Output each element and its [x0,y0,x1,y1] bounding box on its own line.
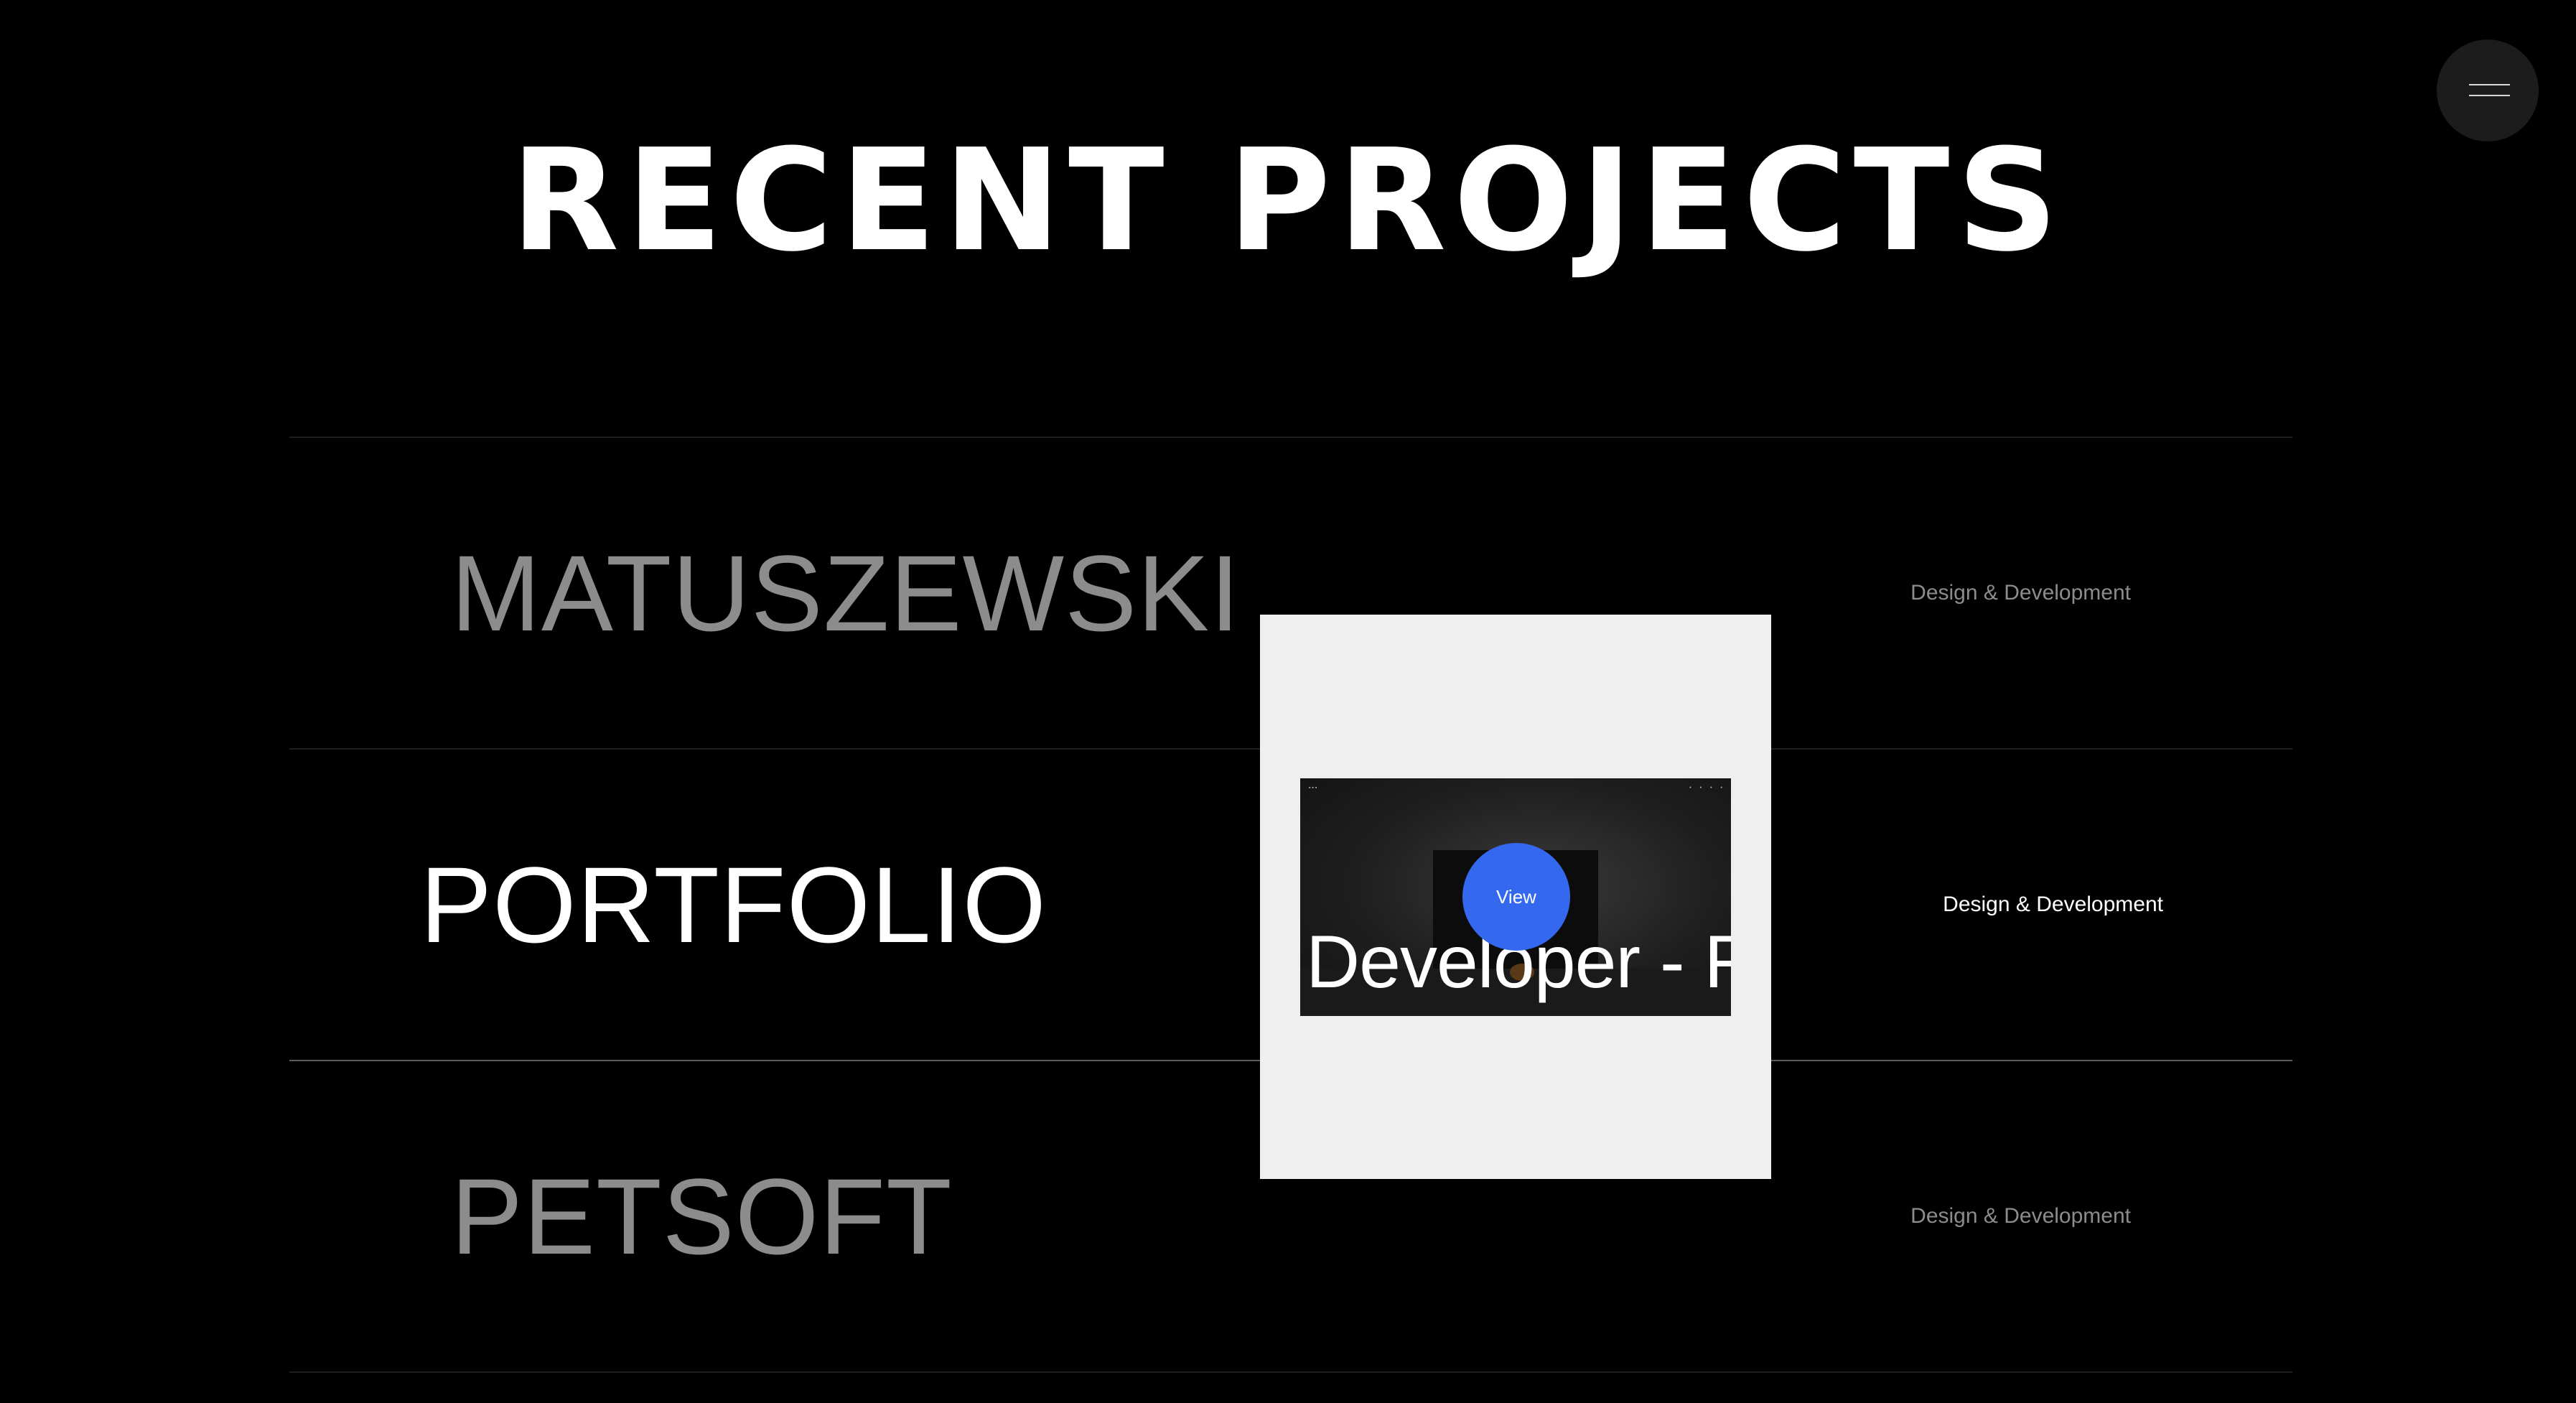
preview-nav-links: • • • • [1689,786,1722,791]
project-tag: Design & Development [1943,892,2163,916]
project-tag: Design & Development [1910,1204,2131,1228]
page-title: RECENT PROJECTS [510,119,2066,283]
project-tag: Design & Development [1910,581,2131,605]
project-name: PETSOFT [451,1156,953,1277]
project-name: PORTFOLIO [420,844,1047,965]
preview-nav-dot: • [1689,786,1691,791]
preview-nav-dot: • [1710,786,1712,791]
project-name: MATUSZEWSKI [451,533,1241,653]
hamburger-menu-icon-bar [2469,95,2510,96]
preview-nav-bar: ▪ ▪ ▪ • • • • [1300,778,1731,800]
hamburger-menu-icon [2469,84,2510,85]
view-button[interactable]: View [1462,843,1570,951]
preview-logo: ▪ ▪ ▪ [1309,786,1317,791]
project-preview-card[interactable]: ▪ ▪ ▪ • • • • Developer - F View [1260,615,1771,1179]
preview-nav-dot: • [1699,786,1702,791]
preview-nav-dot: • [1720,786,1722,791]
